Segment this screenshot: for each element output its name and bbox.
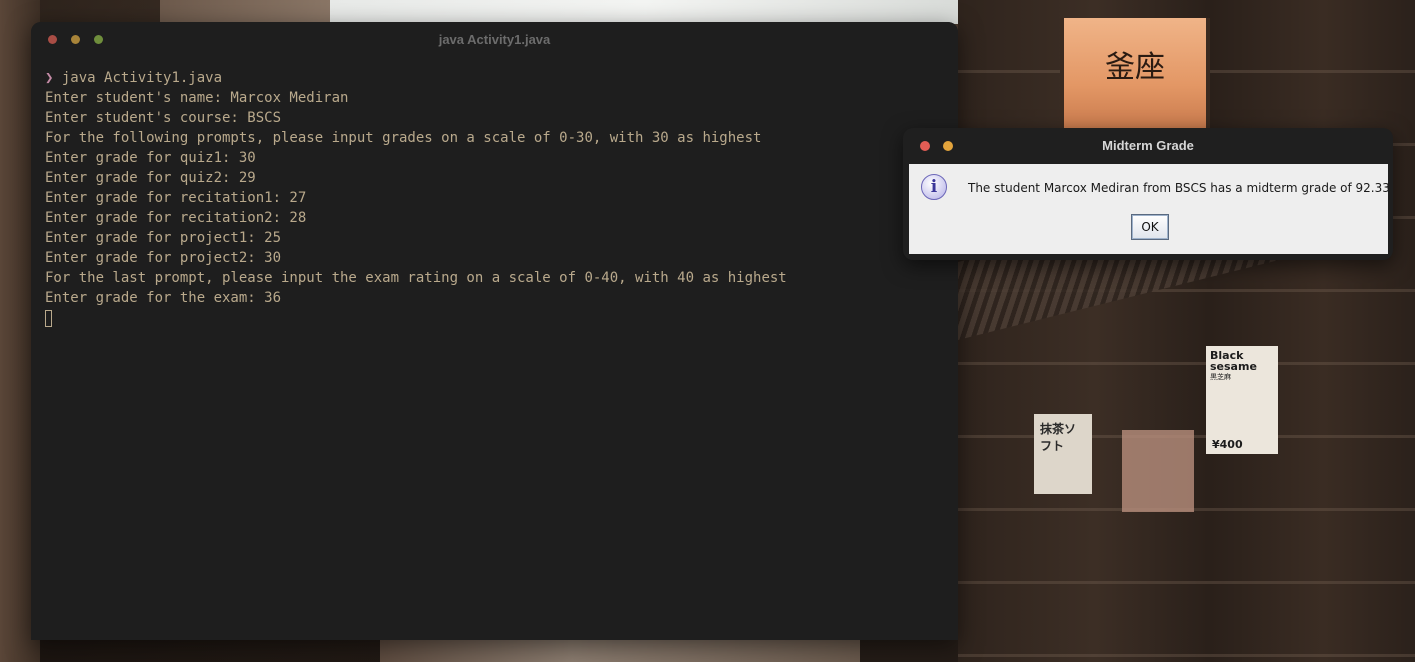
terminal-cursor-line[interactable] bbox=[45, 308, 944, 328]
terminal-line: Enter student's course: BSCS bbox=[45, 110, 282, 126]
terminal-cursor bbox=[45, 310, 52, 327]
dialog-message: The student Marcox Mediran from BSCS has… bbox=[968, 181, 1390, 195]
terminal-command: java Activity1.java bbox=[53, 70, 223, 86]
terminal-window[interactable]: java Activity1.java ❯ java Activity1.jav… bbox=[31, 22, 958, 640]
terminal-titlebar[interactable]: java Activity1.java bbox=[31, 22, 958, 56]
wallpaper-street bbox=[380, 638, 860, 662]
wallpaper-sign-title: Black sesame bbox=[1210, 349, 1257, 373]
wallpaper-pole bbox=[160, 0, 330, 24]
wallpaper-sign: Black sesame 黒芝麻 ¥400 bbox=[1206, 346, 1278, 454]
dialog-title: Midterm Grade bbox=[1102, 138, 1194, 153]
terminal-line: Enter grade for project1: 25 bbox=[45, 230, 282, 246]
terminal-command-line: ❯ java Activity1.java bbox=[45, 68, 944, 88]
terminal-output[interactable]: ❯ java Activity1.java Enter student's na… bbox=[31, 56, 958, 328]
wallpaper-poster: 抹茶ソフト bbox=[1034, 414, 1092, 494]
terminal-line: Enter grade for quiz1: 30 bbox=[45, 150, 256, 166]
terminal-line: Enter grade for the exam: 36 bbox=[45, 290, 282, 306]
terminal-line: Enter grade for recitation2: 28 bbox=[45, 210, 307, 226]
info-icon: i bbox=[921, 174, 947, 200]
terminal-line: Enter grade for project2: 30 bbox=[45, 250, 282, 266]
wallpaper-sign-subtitle: 黒芝麻 bbox=[1210, 373, 1231, 381]
wallpaper-lantern: 釜座 bbox=[1060, 18, 1210, 130]
wallpaper-sign-price: ¥400 bbox=[1212, 438, 1243, 451]
terminal-line: For the following prompts, please input … bbox=[45, 130, 762, 146]
terminal-title: java Activity1.java bbox=[438, 32, 551, 47]
terminal-line: For the last prompt, please input the ex… bbox=[45, 270, 787, 286]
wallpaper-sky bbox=[330, 0, 960, 24]
desktop-wallpaper: 釜座 Black sesame 黒芝麻 ¥400 抹茶ソフト java Acti… bbox=[0, 0, 1415, 662]
dialog-titlebar[interactable]: Midterm Grade bbox=[903, 128, 1393, 163]
dialog-content: i The student Marcox Mediran from BSCS h… bbox=[909, 164, 1390, 254]
terminal-line: Enter grade for quiz2: 29 bbox=[45, 170, 256, 186]
terminal-line: Enter student's name: Marcox Mediran bbox=[45, 90, 349, 106]
wallpaper-poster-2 bbox=[1122, 430, 1194, 512]
terminal-line: Enter grade for recitation1: 27 bbox=[45, 190, 307, 206]
ok-button[interactable]: OK bbox=[1131, 214, 1169, 240]
midterm-grade-dialog[interactable]: Midterm Grade i The student Marcox Medir… bbox=[903, 128, 1393, 260]
